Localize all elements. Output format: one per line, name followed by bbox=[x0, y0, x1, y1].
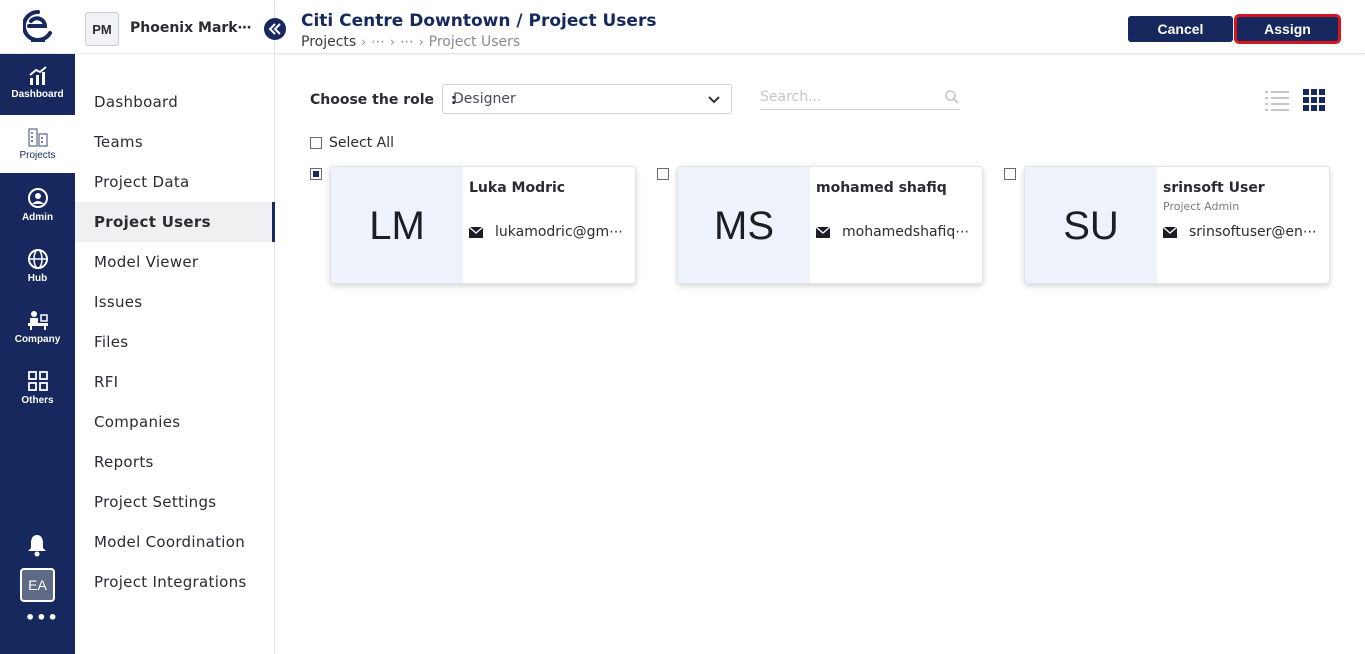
sidebar-item-model-coordination[interactable]: Model Coordination bbox=[75, 522, 275, 562]
rail-item-others[interactable]: Others bbox=[0, 359, 75, 417]
grid-icon bbox=[27, 371, 48, 391]
breadcrumb-collapsed-2[interactable]: ⋯ bbox=[400, 34, 414, 50]
envelope-icon bbox=[816, 226, 830, 238]
rail-item-admin[interactable]: Admin bbox=[0, 176, 75, 234]
rail-item-label: Admin bbox=[21, 212, 54, 223]
office-icon bbox=[27, 311, 48, 330]
user-card[interactable]: MS mohamed shafiq mohamedshafiq⋯ bbox=[677, 166, 983, 284]
rail-item-label: Company bbox=[14, 334, 61, 345]
sidebar-item-files[interactable]: Files bbox=[75, 322, 275, 362]
sidebar-item-project-settings[interactable]: Project Settings bbox=[75, 482, 275, 522]
chart-icon bbox=[28, 66, 47, 85]
rail-item-dashboard[interactable]: Dashboard bbox=[0, 54, 75, 112]
search-icon[interactable] bbox=[944, 89, 960, 105]
rail-item-company[interactable]: Company bbox=[0, 298, 75, 356]
user-select-checkbox[interactable] bbox=[657, 168, 669, 180]
search-box bbox=[760, 86, 960, 110]
checkbox[interactable] bbox=[310, 137, 322, 149]
user-avatar[interactable]: EA bbox=[20, 568, 55, 602]
user-circle-icon bbox=[27, 188, 48, 208]
breadcrumb-current: Project Users bbox=[428, 34, 521, 50]
user-email: mohamedshafiq⋯ bbox=[842, 224, 970, 240]
rail-item-label: Hub bbox=[27, 273, 48, 284]
project-name[interactable]: Phoenix Mark⋯ bbox=[130, 20, 252, 36]
sidebar-item-project-integrations[interactable]: Project Integrations bbox=[75, 562, 275, 602]
user-select-checkbox[interactable] bbox=[310, 168, 322, 180]
user-email: srinsoftuser@en⋯ bbox=[1189, 224, 1317, 240]
main-rail: Dashboard Projects Admin Hub Company Oth… bbox=[0, 0, 75, 654]
chevron-right-icon: › bbox=[361, 35, 367, 49]
rail-item-label: Projects bbox=[19, 150, 56, 161]
user-email-row: lukamodric@gm⋯ bbox=[469, 224, 629, 240]
role-label-text: Choose the role bbox=[310, 92, 435, 108]
user-email: lukamodric@gm⋯ bbox=[495, 224, 624, 240]
sidebar-item-dashboard[interactable]: Dashboard bbox=[75, 82, 275, 122]
buildings-icon bbox=[27, 128, 48, 147]
chevron-right-icon: › bbox=[390, 35, 395, 49]
main-content: Choose the role : Designer Search... Sel… bbox=[275, 55, 1365, 654]
user-card[interactable]: LM Luka Modric lukamodric@gm⋯ bbox=[330, 166, 636, 284]
breadcrumb: Projects › ⋯ › ⋯ › Project Users bbox=[301, 34, 520, 50]
sidebar-item-issues[interactable]: Issues bbox=[75, 282, 275, 322]
breadcrumb-collapsed-1[interactable]: ⋯ bbox=[371, 34, 385, 50]
assign-button[interactable]: Assign bbox=[1234, 14, 1341, 44]
user-name: Luka Modric bbox=[469, 180, 566, 196]
envelope-icon bbox=[469, 226, 483, 238]
bell-icon[interactable] bbox=[26, 533, 48, 557]
cancel-button[interactable]: Cancel bbox=[1128, 16, 1233, 42]
rail-item-label: Dashboard bbox=[11, 89, 64, 100]
page-title: Citi Centre Downtown / Project Users bbox=[301, 11, 657, 31]
sidebar-item-teams[interactable]: Teams bbox=[75, 122, 275, 162]
role-select[interactable]: Designer bbox=[442, 84, 732, 114]
project-sidebar: PM Phoenix Mark⋯ Dashboard Teams Project D… bbox=[75, 0, 275, 654]
chevron-down-icon bbox=[708, 96, 720, 104]
chevron-right-icon: › bbox=[418, 35, 424, 49]
search-input[interactable] bbox=[760, 86, 940, 108]
user-avatar-initials: SU bbox=[1025, 167, 1157, 283]
user-email-row: srinsoftuser@en⋯ bbox=[1163, 224, 1323, 240]
rail-item-hub[interactable]: Hub bbox=[0, 237, 75, 295]
app-root: Dashboard Projects Admin Hub Company Oth… bbox=[0, 0, 1365, 654]
select-all-label: Select All bbox=[329, 135, 394, 151]
envelope-icon bbox=[1163, 226, 1177, 238]
sidebar-item-project-data[interactable]: Project Data bbox=[75, 162, 275, 202]
user-name: mohamed shafiq bbox=[816, 180, 947, 196]
project-header: PM Phoenix Mark⋯ bbox=[75, 0, 275, 54]
user-role: Project Admin bbox=[1163, 200, 1240, 213]
more-options-button[interactable]: ••• bbox=[25, 608, 58, 628]
user-name: srinsoft User bbox=[1163, 180, 1265, 196]
rail-item-label: Others bbox=[21, 395, 54, 406]
grid-view-icon[interactable] bbox=[1303, 89, 1325, 111]
user-email-row: mohamedshafiq⋯ bbox=[816, 224, 976, 240]
list-view-icon[interactable] bbox=[1265, 89, 1289, 111]
page-header: Citi Centre Downtown / Project Users Pro… bbox=[275, 0, 1365, 54]
role-select-value: Designer bbox=[453, 91, 516, 107]
breadcrumb-projects[interactable]: Projects bbox=[301, 34, 356, 50]
collapse-sidebar-button[interactable] bbox=[264, 18, 286, 40]
globe-icon bbox=[27, 249, 48, 269]
user-card[interactable]: SU srinsoft User Project Admin srinsoftuser… bbox=[1024, 166, 1330, 284]
user-avatar-initials: MS bbox=[678, 167, 810, 283]
sidebar-item-companies[interactable]: Companies bbox=[75, 402, 275, 442]
sidebar-item-reports[interactable]: Reports bbox=[75, 442, 275, 482]
select-all-checkbox[interactable]: Select All bbox=[310, 135, 394, 151]
role-label: Choose the role : bbox=[310, 92, 457, 108]
sidebar-item-model-viewer[interactable]: Model Viewer bbox=[75, 242, 275, 282]
logo-icon bbox=[22, 9, 52, 42]
user-select-checkbox[interactable] bbox=[1004, 168, 1016, 180]
project-nav: Dashboard Teams Project Data Project Users M… bbox=[75, 82, 275, 602]
project-badge: PM bbox=[85, 12, 119, 46]
sidebar-item-rfi[interactable]: RFI bbox=[75, 362, 275, 402]
sidebar-item-project-users[interactable]: Project Users bbox=[75, 202, 275, 242]
user-avatar-initials: LM bbox=[331, 167, 463, 283]
rail-item-projects[interactable]: Projects bbox=[0, 115, 75, 173]
app-logo[interactable] bbox=[0, 0, 75, 54]
double-chevron-left-icon bbox=[268, 23, 281, 35]
